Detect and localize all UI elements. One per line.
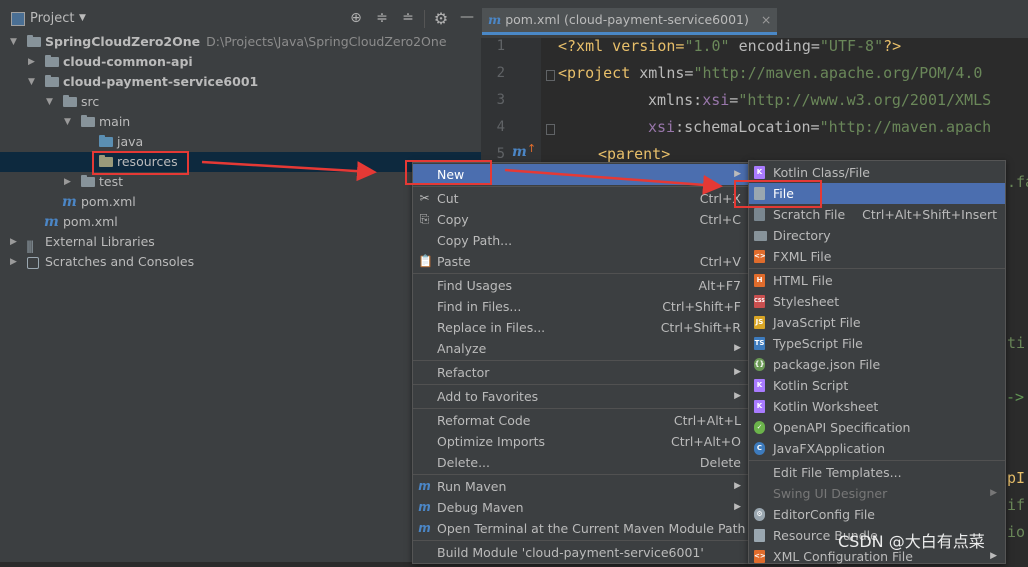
annotation-arrow-1 — [201, 160, 377, 182]
annotation-arrows — [201, 160, 723, 195]
watermark: CSDN @大白有点菜 — [838, 532, 985, 551]
annotation-arrow-2 — [504, 168, 723, 195]
